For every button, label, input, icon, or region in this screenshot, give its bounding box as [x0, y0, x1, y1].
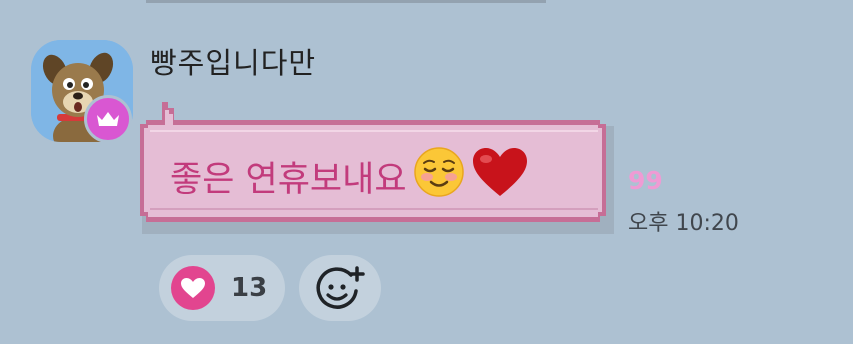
smiling-face-icon — [413, 146, 465, 207]
add-emoji-icon — [316, 266, 365, 309]
reaction-count: 13 — [231, 273, 268, 303]
heart-reaction-button[interactable]: 13 — [159, 255, 285, 321]
message-bubble[interactable]: 좋은 연휴보내요 — [132, 98, 617, 238]
add-reaction-button[interactable] — [299, 255, 381, 321]
unread-count: 99 — [628, 166, 663, 195]
message-text: 좋은 연휴보내요 — [170, 146, 529, 207]
message-text-content: 좋은 연휴보내요 — [170, 160, 407, 200]
sender-name[interactable]: 빵주입니다만 — [150, 40, 316, 82]
crown-badge — [84, 95, 132, 143]
top-divider — [146, 0, 546, 3]
heart-icon — [171, 266, 215, 310]
crown-icon — [97, 112, 119, 126]
red-heart-icon — [471, 146, 529, 207]
message-time: 오후 10:20 — [628, 211, 739, 236]
